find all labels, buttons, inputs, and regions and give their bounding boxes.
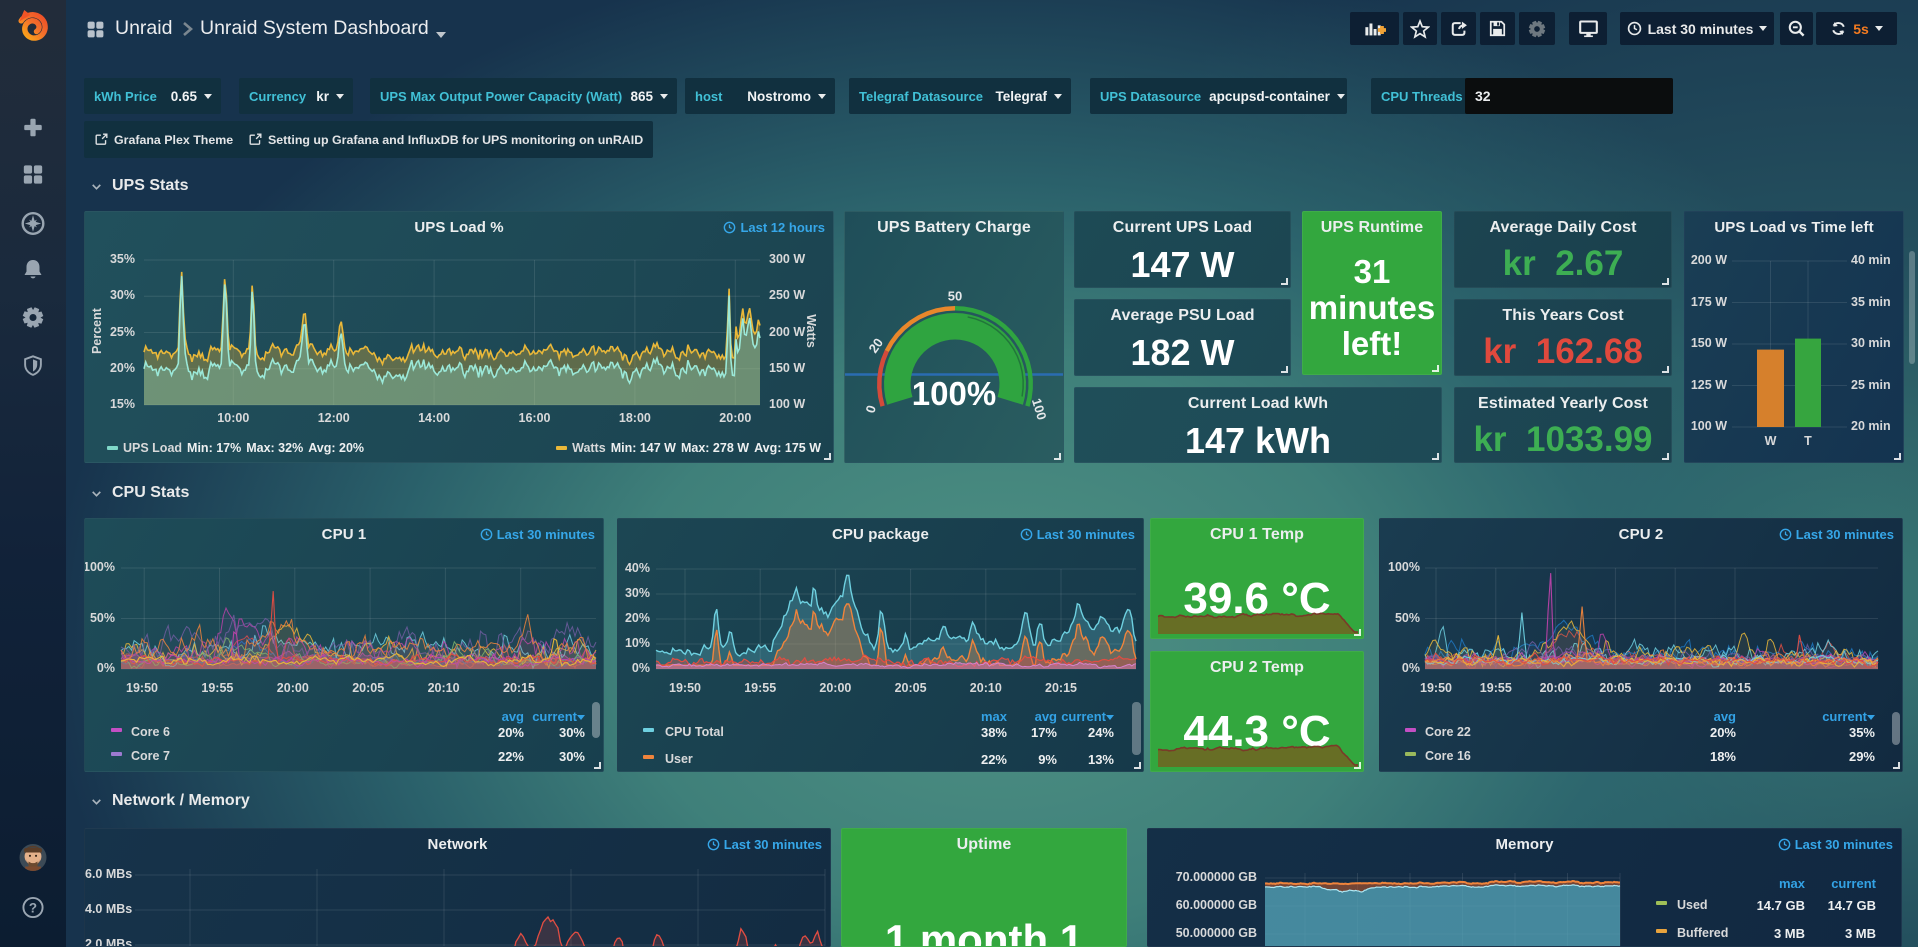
svg-text:20: 20 [866,335,887,355]
svg-text:?: ? [29,900,37,915]
svg-text:50: 50 [948,288,962,303]
